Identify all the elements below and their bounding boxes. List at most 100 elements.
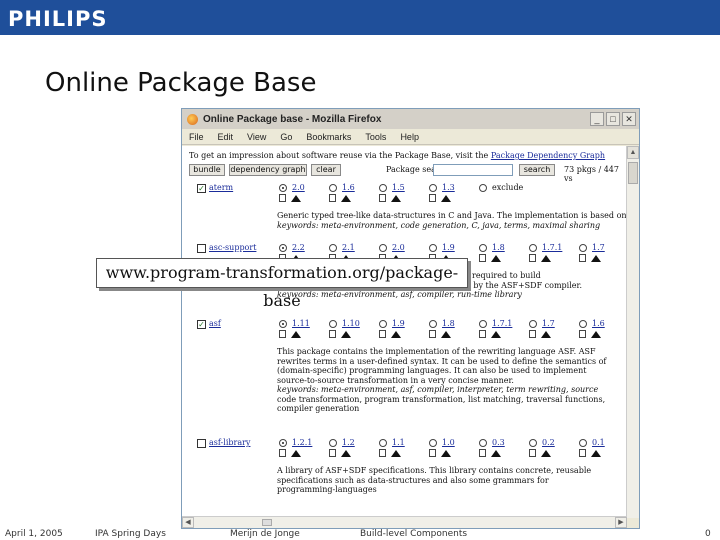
scroll-up-icon[interactable]: ▲ bbox=[627, 146, 639, 159]
version-label[interactable]: 2.0 bbox=[292, 183, 305, 192]
download-triangle-icon[interactable] bbox=[391, 195, 401, 202]
version-label[interactable]: 1.5 bbox=[392, 183, 405, 192]
version-label[interactable]: 1.7 bbox=[542, 319, 555, 328]
version-radio[interactable] bbox=[579, 320, 587, 328]
document-icon[interactable] bbox=[379, 449, 386, 457]
version-radio[interactable] bbox=[329, 184, 337, 192]
download-triangle-icon[interactable] bbox=[291, 195, 301, 202]
document-icon[interactable] bbox=[279, 449, 286, 457]
menu-file[interactable]: File bbox=[189, 132, 204, 142]
package-checkbox[interactable]: ✓ bbox=[197, 184, 206, 193]
document-icon[interactable] bbox=[479, 449, 486, 457]
search-button[interactable]: search bbox=[519, 164, 555, 176]
menu-view[interactable]: View bbox=[247, 132, 266, 142]
maximize-button[interactable]: □ bbox=[606, 112, 620, 126]
version-label[interactable]: 1.9 bbox=[392, 319, 405, 328]
package-name-link[interactable]: asc-support bbox=[209, 243, 256, 252]
version-radio[interactable] bbox=[529, 244, 537, 252]
version-label[interactable]: 1.10 bbox=[342, 319, 360, 328]
version-label[interactable]: 1.3 bbox=[442, 183, 455, 192]
download-triangle-icon[interactable] bbox=[541, 450, 551, 457]
close-button[interactable]: ✕ bbox=[622, 112, 636, 126]
document-icon[interactable] bbox=[429, 449, 436, 457]
version-radio[interactable] bbox=[579, 439, 587, 447]
document-icon[interactable] bbox=[579, 254, 586, 262]
menu-tools[interactable]: Tools bbox=[365, 132, 386, 142]
document-icon[interactable] bbox=[429, 330, 436, 338]
version-label[interactable]: 1.1 bbox=[392, 438, 405, 447]
version-label[interactable]: 1.2 bbox=[342, 438, 355, 447]
menu-help[interactable]: Help bbox=[400, 132, 419, 142]
version-radio[interactable] bbox=[429, 244, 437, 252]
menu-bookmarks[interactable]: Bookmarks bbox=[306, 132, 351, 142]
version-radio[interactable] bbox=[329, 320, 337, 328]
version-label[interactable]: 1.8 bbox=[442, 319, 455, 328]
h-scroll-thumb[interactable] bbox=[262, 519, 272, 526]
document-icon[interactable] bbox=[529, 330, 536, 338]
version-label[interactable]: 1.6 bbox=[342, 183, 355, 192]
document-icon[interactable] bbox=[329, 194, 336, 202]
version-radio[interactable] bbox=[279, 244, 287, 252]
version-label[interactable]: 2.2 bbox=[292, 243, 305, 252]
download-triangle-icon[interactable] bbox=[341, 450, 351, 457]
document-icon[interactable] bbox=[529, 254, 536, 262]
download-triangle-icon[interactable] bbox=[591, 450, 601, 457]
download-triangle-icon[interactable] bbox=[541, 331, 551, 338]
menu-go[interactable]: Go bbox=[280, 132, 292, 142]
download-triangle-icon[interactable] bbox=[341, 331, 351, 338]
document-icon[interactable] bbox=[579, 449, 586, 457]
scroll-left-icon[interactable]: ◀ bbox=[182, 517, 194, 528]
document-icon[interactable] bbox=[479, 254, 486, 262]
version-label[interactable]: 1.2.1 bbox=[292, 438, 312, 447]
download-triangle-icon[interactable] bbox=[441, 450, 451, 457]
document-icon[interactable] bbox=[279, 194, 286, 202]
version-radio[interactable] bbox=[329, 439, 337, 447]
version-label[interactable]: 1.7 bbox=[592, 243, 605, 252]
version-label[interactable]: 1.7.1 bbox=[542, 243, 562, 252]
package-checkbox[interactable]: ✓ bbox=[197, 320, 206, 329]
minimize-button[interactable]: _ bbox=[590, 112, 604, 126]
version-radio[interactable] bbox=[279, 184, 287, 192]
package-name-link[interactable]: aterm bbox=[209, 183, 233, 192]
menu-edit[interactable]: Edit bbox=[218, 132, 234, 142]
dependency-graph-link[interactable]: Package Dependency Graph bbox=[491, 151, 605, 160]
horizontal-scrollbar[interactable]: ◀ ▶ bbox=[182, 516, 627, 528]
document-icon[interactable] bbox=[329, 330, 336, 338]
version-label[interactable]: 2.0 bbox=[392, 243, 405, 252]
download-triangle-icon[interactable] bbox=[491, 450, 501, 457]
version-radio[interactable] bbox=[279, 320, 287, 328]
download-triangle-icon[interactable] bbox=[291, 450, 301, 457]
version-label[interactable]: 1.7.1 bbox=[492, 319, 512, 328]
scroll-right-icon[interactable]: ▶ bbox=[615, 517, 627, 528]
version-radio[interactable] bbox=[279, 439, 287, 447]
version-label[interactable]: 0.3 bbox=[492, 438, 505, 447]
version-radio[interactable] bbox=[529, 439, 537, 447]
dependency-graph-button[interactable]: dependency graph bbox=[229, 164, 307, 176]
document-icon[interactable] bbox=[479, 330, 486, 338]
version-radio[interactable] bbox=[579, 244, 587, 252]
version-radio[interactable] bbox=[379, 439, 387, 447]
version-radio[interactable] bbox=[429, 184, 437, 192]
version-radio[interactable] bbox=[479, 439, 487, 447]
version-label[interactable]: 1.8 bbox=[492, 243, 505, 252]
bundle-button[interactable]: bundle bbox=[189, 164, 225, 176]
version-label[interactable]: 1.0 bbox=[442, 438, 455, 447]
package-name-link[interactable]: asf bbox=[209, 319, 221, 328]
download-triangle-icon[interactable] bbox=[591, 331, 601, 338]
scroll-thumb[interactable] bbox=[628, 162, 638, 184]
version-label[interactable]: 1.9 bbox=[442, 243, 455, 252]
download-triangle-icon[interactable] bbox=[291, 331, 301, 338]
version-label[interactable]: 1.6 bbox=[592, 319, 605, 328]
version-radio[interactable] bbox=[429, 320, 437, 328]
version-radio[interactable] bbox=[429, 439, 437, 447]
download-triangle-icon[interactable] bbox=[441, 195, 451, 202]
download-triangle-icon[interactable] bbox=[341, 195, 351, 202]
version-label[interactable]: 0.1 bbox=[592, 438, 605, 447]
download-triangle-icon[interactable] bbox=[491, 255, 501, 262]
version-radio[interactable] bbox=[479, 320, 487, 328]
version-radio[interactable] bbox=[379, 320, 387, 328]
document-icon[interactable] bbox=[529, 449, 536, 457]
document-icon[interactable] bbox=[279, 330, 286, 338]
download-triangle-icon[interactable] bbox=[391, 450, 401, 457]
package-checkbox[interactable] bbox=[197, 439, 206, 448]
